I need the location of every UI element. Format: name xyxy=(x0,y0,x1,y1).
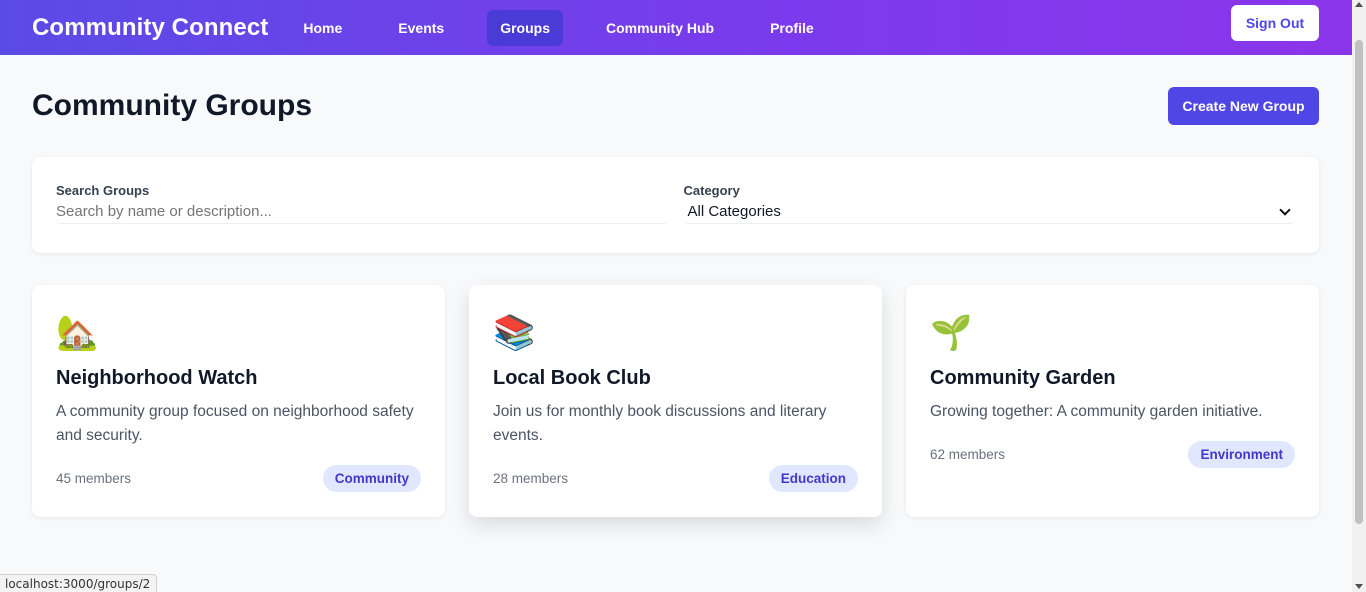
search-filter: Search Groups xyxy=(56,183,668,253)
nav-link-events[interactable]: Events xyxy=(385,10,457,46)
nav-links: Home Events Groups Community Hub Profile xyxy=(290,9,856,46)
group-description: A community group focused on neighborhoo… xyxy=(56,403,414,444)
group-name: Neighborhood Watch xyxy=(56,367,258,389)
status-bar-url: localhost:3000/groups/2 xyxy=(0,574,158,592)
nav-link-profile[interactable]: Profile xyxy=(757,10,827,46)
member-count: 28 members xyxy=(493,471,569,486)
group-footer: 28 members Education xyxy=(493,465,858,492)
nav-link-home[interactable]: Home xyxy=(290,10,355,46)
sign-out-button[interactable]: Sign Out xyxy=(1231,5,1319,41)
category-badge: Community xyxy=(322,465,421,492)
group-footer: 45 members Community xyxy=(56,465,421,492)
page-title: Community Groups xyxy=(32,89,313,122)
group-description: Join us for monthly book discussions and… xyxy=(493,403,827,444)
brand-logo[interactable]: Community Connect xyxy=(32,14,268,42)
seedling-icon: 🌱 xyxy=(930,314,973,352)
category-select[interactable]: All Categories xyxy=(683,200,1295,224)
chevron-down-icon xyxy=(1279,203,1291,216)
books-icon: 📚 xyxy=(493,314,536,352)
category-badge: Education xyxy=(768,465,858,492)
category-label: Category xyxy=(683,183,740,198)
category-badge: Environment xyxy=(1188,441,1295,468)
vertical-scrollbar[interactable] xyxy=(1352,0,1366,592)
create-group-button[interactable]: Create New Group xyxy=(1168,87,1319,125)
group-card-community-garden[interactable]: 🌱 Community Garden Growing together: A c… xyxy=(906,285,1319,517)
scroll-up-icon[interactable] xyxy=(1355,2,1363,7)
top-navbar: Community Connect Home Events Groups Com… xyxy=(0,0,1352,55)
scroll-down-icon[interactable] xyxy=(1355,584,1363,589)
member-count: 62 members xyxy=(930,447,1006,462)
house-garden-icon: 🏡 xyxy=(56,314,99,352)
search-input[interactable] xyxy=(56,200,668,224)
group-card-local-book-club[interactable]: 📚 Local Book Club Join us for monthly bo… xyxy=(469,285,882,517)
nav-link-community-hub[interactable]: Community Hub xyxy=(593,10,727,46)
member-count: 45 members xyxy=(56,471,132,486)
group-description: Growing together: A community garden ini… xyxy=(930,403,1263,420)
page-header: Community Groups Create New Group xyxy=(32,87,1319,125)
category-selected-value: All Categories xyxy=(687,203,781,220)
scrollbar-thumb[interactable] xyxy=(1355,40,1363,524)
category-filter: Category All Categories xyxy=(683,183,1295,253)
main-content: Community Groups Create New Group Search… xyxy=(0,87,1352,517)
search-label: Search Groups xyxy=(56,183,150,198)
nav-link-groups[interactable]: Groups xyxy=(487,9,563,46)
filters-panel: Search Groups Category All Categories xyxy=(32,157,1319,253)
group-name: Community Garden xyxy=(930,367,1116,389)
group-footer: 62 members Environment xyxy=(930,441,1295,468)
group-card-neighborhood-watch[interactable]: 🏡 Neighborhood Watch A community group f… xyxy=(32,285,445,517)
group-name: Local Book Club xyxy=(493,367,651,389)
group-cards: 🏡 Neighborhood Watch A community group f… xyxy=(32,285,1319,517)
